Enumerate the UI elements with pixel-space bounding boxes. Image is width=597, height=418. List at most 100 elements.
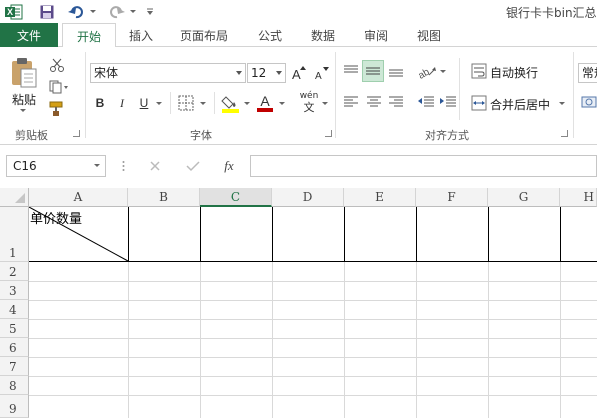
increase-font-size-icon[interactable]: A	[291, 63, 307, 83]
merge-center-icon[interactable]	[470, 94, 488, 112]
row-header-3[interactable]: 3	[0, 281, 29, 300]
cell-c1[interactable]	[200, 207, 272, 262]
redo-dropdown-icon[interactable]	[128, 2, 138, 21]
gridline	[344, 262, 345, 418]
gridline	[29, 376, 597, 377]
paste-icon[interactable]	[8, 55, 40, 91]
row-header-2[interactable]: 2	[0, 262, 29, 281]
font-color-dropdown-icon[interactable]	[279, 102, 285, 105]
name-box-value: C16	[13, 159, 37, 173]
fill-color-dropdown-icon[interactable]	[244, 102, 250, 105]
column-header-e[interactable]: E	[344, 188, 416, 207]
cell-a1[interactable]: 单价数量	[29, 207, 128, 262]
save-icon[interactable]	[37, 2, 57, 21]
excel-logo-icon: X	[4, 2, 24, 21]
tab-file[interactable]: 文件	[0, 23, 58, 47]
tab-page-layout[interactable]: 页面布局	[172, 23, 236, 48]
font-family-value: 宋体	[94, 66, 119, 80]
font-color-button[interactable]: A	[256, 92, 274, 114]
gridline	[29, 319, 597, 320]
insert-function-button[interactable]: fx	[218, 156, 240, 176]
cut-icon[interactable]	[48, 56, 66, 74]
customize-qat-icon[interactable]	[144, 2, 156, 21]
gridline	[29, 357, 597, 358]
paste-dropdown-icon[interactable]	[20, 109, 26, 112]
align-right-icon[interactable]	[386, 92, 406, 112]
tab-view[interactable]: 视图	[409, 23, 449, 48]
gridline	[128, 262, 129, 418]
orientation-icon[interactable]: ab	[416, 60, 438, 82]
undo-icon[interactable]	[66, 2, 86, 21]
merge-center-label[interactable]: 合并后居中	[490, 96, 550, 113]
name-box[interactable]: C16	[6, 155, 106, 177]
column-header-c[interactable]: C	[200, 188, 272, 207]
fill-color-icon[interactable]	[221, 93, 241, 113]
align-center-icon[interactable]	[364, 92, 384, 112]
wrap-text-icon[interactable]	[470, 62, 488, 80]
formula-bar-grip-icon	[122, 160, 125, 172]
clipboard-group-label: 剪贴板	[15, 129, 48, 142]
font-color-swatch	[257, 108, 273, 112]
svg-text:ab: ab	[417, 66, 432, 79]
column-header-d[interactable]: D	[272, 188, 344, 207]
tab-formulas[interactable]: 公式	[250, 23, 290, 48]
decrease-indent-icon[interactable]	[416, 92, 436, 112]
column-header-b[interactable]: B	[128, 188, 200, 207]
redo-icon[interactable]	[107, 2, 127, 21]
tab-insert[interactable]: 插入	[120, 23, 162, 48]
font-size-select[interactable]: 12	[247, 63, 286, 83]
confirm-entry-icon[interactable]	[184, 157, 202, 175]
row-header-7[interactable]: 7	[0, 357, 29, 376]
cancel-entry-icon[interactable]	[146, 157, 164, 175]
wrap-text-label[interactable]: 自动换行	[490, 64, 538, 81]
undo-dropdown-icon[interactable]	[88, 2, 98, 21]
row-header-5[interactable]: 5	[0, 319, 29, 338]
underline-button[interactable]: U	[136, 93, 152, 113]
borders-icon[interactable]	[177, 94, 195, 112]
name-box-dropdown-icon[interactable]	[94, 164, 100, 167]
underline-dropdown-icon[interactable]	[156, 102, 162, 105]
borders-dropdown-icon[interactable]	[200, 102, 206, 105]
font-launcher-icon[interactable]	[325, 130, 332, 137]
clipboard-launcher-icon[interactable]	[73, 130, 80, 137]
phonetic-dropdown-icon[interactable]	[322, 102, 328, 105]
row-header-8[interactable]: 8	[0, 376, 29, 395]
alignment-launcher-icon[interactable]	[561, 130, 568, 137]
column-header-a[interactable]: A	[29, 188, 128, 207]
copy-icon[interactable]	[48, 78, 70, 96]
align-top-icon[interactable]	[341, 60, 361, 82]
font-color-letter: A	[260, 93, 270, 109]
font-family-select[interactable]: 宋体	[90, 63, 246, 83]
column-header-f[interactable]: F	[416, 188, 488, 207]
paste-label[interactable]: 粘贴	[12, 91, 36, 108]
merge-dropdown-icon[interactable]	[559, 102, 565, 105]
column-header-h[interactable]: H	[560, 188, 597, 207]
orientation-dropdown-icon[interactable]	[440, 70, 446, 73]
italic-button[interactable]: I	[114, 93, 130, 113]
phonetic-char: 文	[303, 101, 315, 114]
row-header-6[interactable]: 6	[0, 338, 29, 357]
bold-button[interactable]: B	[92, 93, 108, 113]
increase-indent-icon[interactable]	[438, 92, 458, 112]
accounting-format-icon[interactable]	[580, 92, 597, 112]
align-bottom-icon[interactable]	[386, 60, 406, 82]
align-middle-icon[interactable]	[362, 60, 384, 82]
window-title: 银行卡卡bin汇总	[506, 6, 597, 20]
column-header-g[interactable]: G	[488, 188, 560, 207]
font-size-value: 12	[251, 66, 267, 80]
tab-data[interactable]: 数据	[303, 23, 343, 48]
decrease-font-size-icon[interactable]: A	[313, 63, 329, 83]
select-all-corner[interactable]	[0, 188, 29, 207]
tab-review[interactable]: 审阅	[356, 23, 396, 48]
phonetic-guide-button[interactable]: wén 文	[297, 90, 321, 114]
format-painter-icon[interactable]	[48, 100, 66, 118]
row-header-9[interactable]: 9	[0, 395, 29, 418]
alignment-group-label: 对齐方式	[425, 129, 469, 142]
formula-input[interactable]	[250, 155, 597, 177]
tab-home[interactable]: 开始	[62, 23, 116, 48]
row-header-1[interactable]: 1	[0, 207, 29, 262]
align-left-icon[interactable]	[341, 92, 361, 112]
divider	[214, 92, 215, 114]
number-format-select[interactable]: 常规	[578, 63, 597, 83]
row-header-4[interactable]: 4	[0, 300, 29, 319]
